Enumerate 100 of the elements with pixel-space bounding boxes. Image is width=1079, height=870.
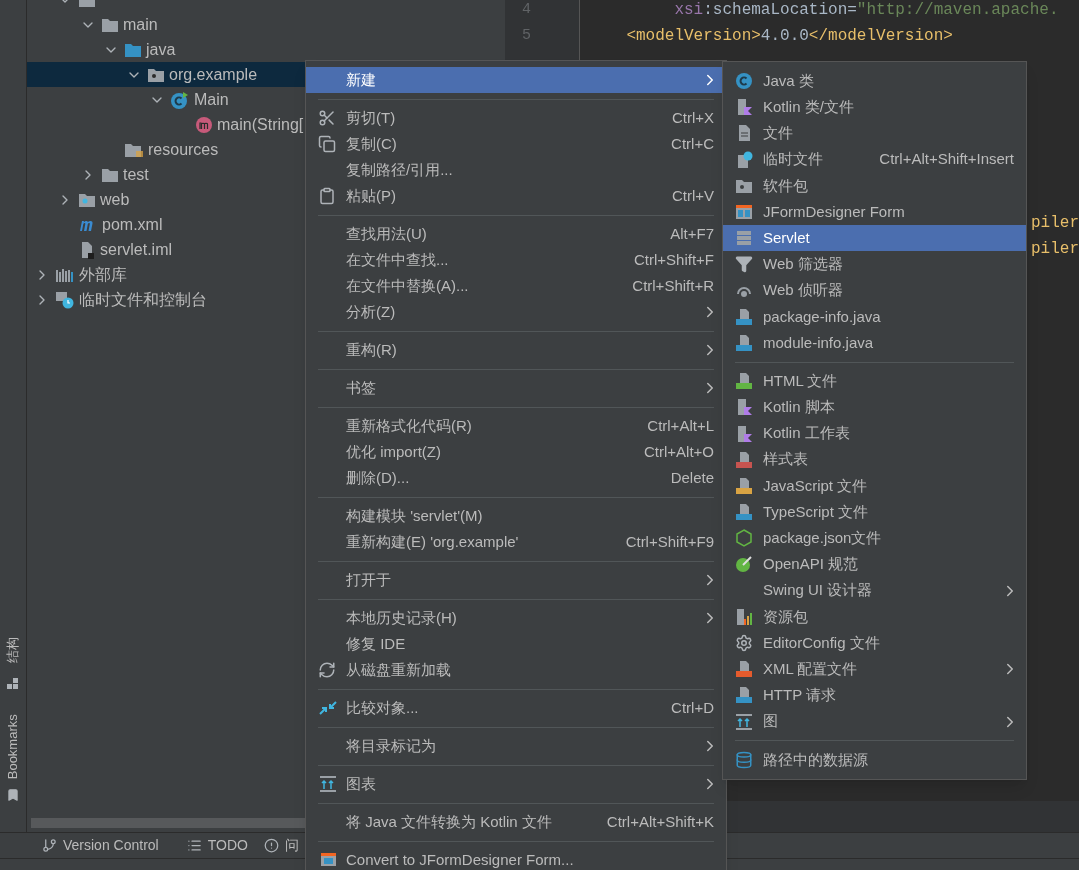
code-line: <modelVersion>4.0.0</modelVersion> <box>625 26 953 47</box>
menu-item[interactable]: Servlet <box>723 225 1026 252</box>
menu-item[interactable]: 分析(Z) <box>306 299 726 325</box>
bookmarks-tab[interactable]: Bookmarks <box>3 714 23 780</box>
menu-item[interactable]: 复制路径/引用... <box>306 157 726 183</box>
menu-item[interactable]: Kotlin 工作表 <box>723 420 1026 447</box>
menu-item[interactable]: 粘贴(P) Ctrl+V <box>306 183 726 209</box>
tool-window-tab[interactable]: 问 <box>263 835 299 856</box>
css-file-icon <box>735 450 753 469</box>
code-fragment: piler <box>1031 239 1079 260</box>
menu-item[interactable]: 复制(C) Ctrl+C <box>306 131 726 157</box>
class-icon <box>735 72 753 91</box>
compare-arrows-icon <box>318 699 338 717</box>
package-icon <box>147 66 165 83</box>
html-file-icon <box>735 372 753 391</box>
menu-item[interactable]: 在文件中替换(A)... Ctrl+Shift+R <box>306 273 726 299</box>
kotlin-file-icon <box>735 424 753 443</box>
menu-item[interactable]: 删除(D)... Delete <box>306 465 726 491</box>
menu-item[interactable]: 将目录标记为 <box>306 733 726 759</box>
reload-icon <box>318 661 336 679</box>
menu-item[interactable]: Java 类 <box>723 68 1026 95</box>
menu-item[interactable]: module-info.java <box>723 329 1026 357</box>
clipboard-icon <box>318 187 336 205</box>
menu-item[interactable]: 修复 IDE <box>306 631 726 657</box>
folder-icon <box>124 41 142 58</box>
api-file-icon <box>735 686 753 705</box>
servlet-icon <box>735 229 753 248</box>
menu-item[interactable]: Kotlin 脚本 <box>723 394 1026 421</box>
folder-icon <box>124 141 144 158</box>
form-icon <box>735 203 753 222</box>
menu-item[interactable]: Swing UI 设计器 <box>723 577 1026 604</box>
menu-item[interactable]: Web 筛选器 <box>723 251 1026 278</box>
shortcut-label: Ctrl+X <box>671 107 714 128</box>
menu-item[interactable]: package.json文件 <box>723 525 1026 552</box>
filter-icon <box>735 255 753 274</box>
scratch-clock-icon <box>55 290 75 309</box>
menu-item[interactable]: HTTP 请求 <box>723 682 1026 709</box>
menu-item[interactable]: TypeScript 文件 <box>723 499 1026 526</box>
shortcut-label: Ctrl+Alt+Shift+Insert <box>879 149 1014 170</box>
structure-icon <box>7 678 19 690</box>
alert-icon <box>263 838 279 853</box>
menu-item[interactable]: JavaScript 文件 <box>723 472 1026 499</box>
menu-item[interactable]: 打开于 <box>306 567 726 593</box>
menu-item[interactable]: 重构(R) <box>306 337 726 363</box>
folder-icon <box>78 191 96 208</box>
diagram-icon <box>318 775 338 793</box>
scissors-icon <box>318 109 336 127</box>
shortcut-label: Delete <box>670 467 714 488</box>
list-icon <box>186 838 202 853</box>
menu-item[interactable]: 本地历史记录(H) <box>306 605 726 631</box>
menu-item[interactable]: 查找用法(U) Alt+F7 <box>306 221 726 247</box>
menu-item[interactable]: HTML 文件 <box>723 368 1026 395</box>
tree-item[interactable]: java <box>27 37 505 62</box>
shortcut-label: Ctrl+V <box>671 185 714 206</box>
menu-item[interactable]: JFormDesigner Form <box>723 198 1026 226</box>
menu-item[interactable]: 临时文件 Ctrl+Alt+Shift+Insert <box>723 146 1026 173</box>
menu-item[interactable]: 资源包 <box>723 603 1026 630</box>
menu-item[interactable]: 样式表 <box>723 446 1026 473</box>
menu-item[interactable]: 优化 import(Z) Ctrl+Alt+O <box>306 439 726 465</box>
shortcut-label: Ctrl+D <box>671 697 714 718</box>
file-clock-icon <box>735 150 753 169</box>
menu-item[interactable]: 构建模块 'servlet'(M) <box>306 503 726 529</box>
java-file-icon <box>735 307 753 326</box>
js-file-icon <box>735 476 753 495</box>
menu-item[interactable]: Web 侦听器 <box>723 277 1026 304</box>
folder-icon <box>101 166 119 183</box>
menu-item[interactable]: 重新构建(E) 'org.example' Ctrl+Shift+F9 <box>306 529 726 555</box>
menu-item[interactable]: 软件包 <box>723 172 1026 199</box>
menu-item[interactable]: EditorConfig 文件 <box>723 629 1026 657</box>
menu-item[interactable]: XML 配置文件 <box>723 656 1026 683</box>
menu-item[interactable]: 从磁盘重新加载 <box>306 657 726 683</box>
structure-tab[interactable]: 结构 <box>3 637 23 663</box>
openapi-icon <box>735 555 753 574</box>
menu-item[interactable]: 重新格式化代码(R) Ctrl+Alt+L <box>306 413 726 439</box>
menu-item[interactable]: package-info.java <box>723 303 1026 330</box>
menu-item[interactable]: 将 Java 文件转换为 Kotlin 文件 Ctrl+Alt+Shift+K <box>306 809 726 835</box>
menu-item[interactable]: 在文件中查找... Ctrl+Shift+F <box>306 247 726 273</box>
menu-item[interactable]: 路径中的数据源 <box>723 746 1026 773</box>
class-icon <box>170 90 190 109</box>
menu-item[interactable]: 文件 <box>723 120 1026 147</box>
tree-item[interactable]: main <box>27 12 505 37</box>
menu-item[interactable]: OpenAPI 规范 <box>723 551 1026 578</box>
xml-file-icon <box>735 660 753 679</box>
shortcut-label: Ctrl+Alt+L <box>647 415 714 436</box>
bookmark-icon <box>6 788 20 802</box>
menu-item[interactable]: 比较对象... Ctrl+D <box>306 695 726 721</box>
shortcut-label: Ctrl+C <box>671 133 714 154</box>
menu-item[interactable]: Convert to JFormDesigner Form... <box>306 847 726 870</box>
shortcut-label: Ctrl+Alt+O <box>643 441 714 462</box>
menu-item[interactable]: 书签 <box>306 375 726 401</box>
folder-icon <box>101 16 119 33</box>
code-fragment: piler <box>1031 213 1079 234</box>
menu-item[interactable]: 图表 <box>306 771 726 797</box>
copy-icon <box>318 135 336 153</box>
tool-window-tab[interactable]: Version Control <box>42 835 159 856</box>
menu-item[interactable]: 图 <box>723 708 1026 735</box>
tool-window-tab[interactable]: TODO <box>186 835 248 856</box>
menu-item[interactable]: Kotlin 类/文件 <box>723 94 1026 121</box>
shortcut-label: Alt+F7 <box>670 223 714 244</box>
shortcut-label: Ctrl+Shift+F <box>633 249 714 270</box>
